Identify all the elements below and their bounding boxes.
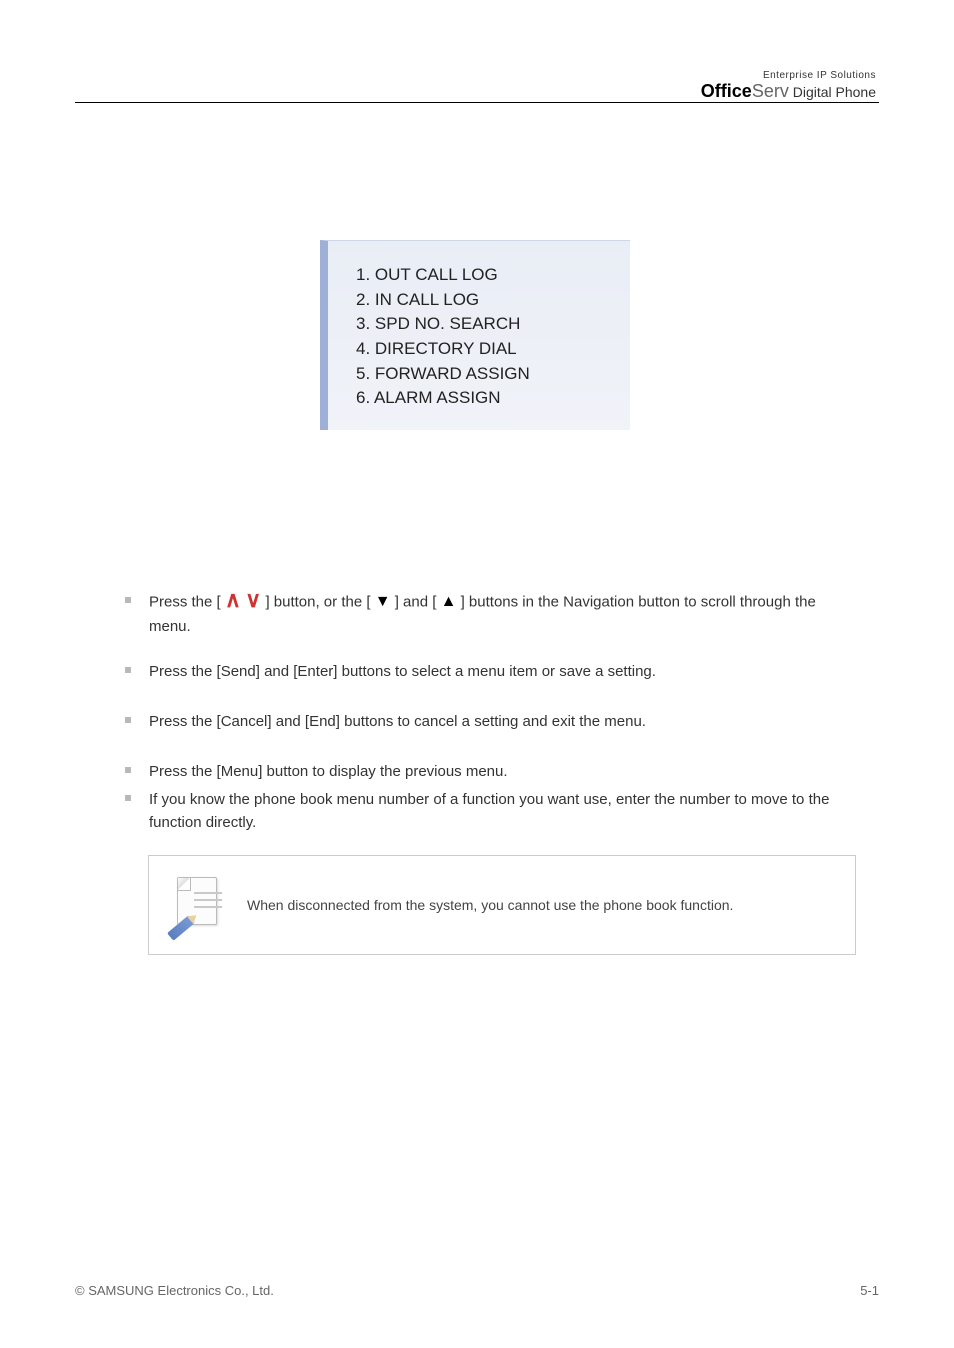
instruction-1-text: Press the [ ∧ ∨ ] button, or the [ ▼ ] a… [149, 590, 845, 638]
brand-name-light: Serv [752, 81, 789, 101]
up-triangle-icon: ▲ [441, 590, 457, 615]
phone-menu-display: 1. OUT CALL LOG 2. IN CALL LOG 3. SPD NO… [320, 240, 630, 430]
text-fragment: Press the [ [149, 593, 221, 610]
footer-copyright: © SAMSUNG Electronics Co., Ltd. [75, 1283, 274, 1298]
brand-tagline: Enterprise IP Solutions [701, 70, 876, 81]
menu-item-5: 5. FORWARD ASSIGN [356, 362, 610, 387]
menu-item-3: 3. SPD NO. SEARCH [356, 312, 610, 337]
down-triangle-icon: ▼ [375, 590, 391, 615]
instruction-3: Press the [Cancel] and [End] buttons to … [125, 710, 845, 753]
menu-item-4: 4. DIRECTORY DIAL [356, 337, 610, 362]
instruction-2: Press the [Send] and [Enter] buttons to … [125, 660, 845, 703]
instruction-5-text: If you know the phone book menu number o… [149, 788, 845, 835]
bullet-icon [125, 767, 131, 773]
red-down-arrow-icon: ∨ [245, 589, 261, 611]
brand-name-bold: Office [701, 81, 752, 101]
footer-page-number: 5-1 [860, 1283, 879, 1298]
bullet-icon [125, 597, 131, 603]
instruction-1: Press the [ ∧ ∨ ] button, or the [ ▼ ] a… [125, 590, 845, 658]
instruction-2-text: Press the [Send] and [Enter] buttons to … [149, 660, 656, 683]
bullet-icon [125, 667, 131, 673]
instruction-5: If you know the phone book menu number o… [125, 788, 845, 855]
brand-name: OfficeServ Digital Phone [701, 81, 876, 102]
text-fragment: ] and [ [395, 593, 437, 610]
instruction-3-text: Press the [Cancel] and [End] buttons to … [149, 710, 646, 733]
text-fragment: ] button, or the [ [265, 593, 370, 610]
bullet-icon [125, 717, 131, 723]
note-text: When disconnected from the system, you c… [247, 895, 733, 916]
menu-item-1: 1. OUT CALL LOG [356, 263, 610, 288]
red-up-arrow-icon: ∧ [225, 589, 241, 611]
bullet-icon [125, 795, 131, 801]
brand-logo: Enterprise IP Solutions OfficeServ Digit… [701, 70, 876, 102]
note-pencil-icon [167, 875, 227, 935]
instruction-4-text: Press the [Menu] button to display the p… [149, 760, 508, 783]
menu-item-2: 2. IN CALL LOG [356, 288, 610, 313]
menu-item-6: 6. ALARM ASSIGN [356, 386, 610, 411]
brand-name-sub: Digital Phone [789, 84, 876, 100]
page-footer: © SAMSUNG Electronics Co., Ltd. 5-1 [75, 1283, 879, 1298]
note-box: When disconnected from the system, you c… [148, 855, 856, 955]
header-divider [75, 102, 879, 103]
